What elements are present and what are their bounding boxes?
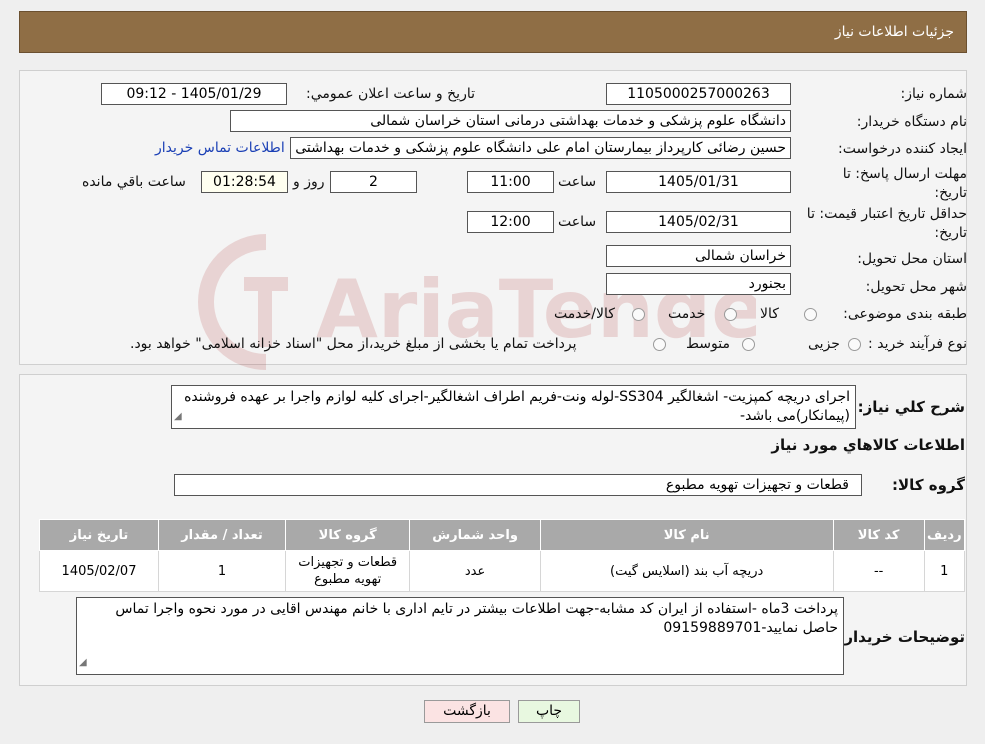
deadline-time-label: ساعت <box>558 174 597 190</box>
buyer-org-label: نام دستگاه خریدار: <box>856 114 967 130</box>
print-button[interactable]: چاپ <box>518 700 580 723</box>
buyer-org-field: دانشگاه علوم پزشکی و خدمات بهداشتی درمان… <box>230 110 791 132</box>
col-row: رديف <box>923 519 966 551</box>
validity-label: حداقل تاریخ اعتبار قیمت: تا <box>806 206 967 222</box>
creator-field: حسین رضائی کارپرداز بیمارستان امام علی د… <box>290 137 791 159</box>
resize-grip-icon: ◢ <box>174 411 182 422</box>
category-option-goods: کالا <box>760 306 779 322</box>
buyer-notes-text: پرداخت 3ماه -استفاده از ایران کد مشابه-ج… <box>115 601 838 636</box>
col-quantity: تعداد / مقدار <box>158 519 286 551</box>
process-option-minor: جزیی <box>808 336 840 352</box>
goods-table-header: رديف کد کالا نام کالا واحد شمارش گروه کا… <box>38 519 966 551</box>
city-field: بجنورد <box>606 273 791 295</box>
cell-code: -- <box>832 550 925 592</box>
days-label: روز و <box>293 174 325 190</box>
col-unit: واحد شمارش <box>409 519 541 551</box>
deadline-date-field: 1405/01/31 <box>606 171 791 193</box>
validity-time-field: 12:00 <box>467 211 554 233</box>
goods-group-value: قطعات و تجهیزات تهویه مطبوع <box>665 477 849 493</box>
deadline-label-date: تاریخ: <box>934 185 967 201</box>
description-text: اجرای دریچه کمپزیت- اشغالگیر SS304-لوله … <box>184 389 850 424</box>
province-field: خراسان شمالی <box>606 245 791 267</box>
category-radio-service[interactable] <box>724 308 737 321</box>
need-number-field: 1105000257000263 <box>606 83 791 105</box>
cell-row: 1 <box>923 550 966 592</box>
category-radio-goods-service[interactable] <box>632 308 645 321</box>
col-code: کد کالا <box>832 519 925 551</box>
description-label: شرح کلي نياز: <box>857 398 965 416</box>
process-note: پرداخت تمام یا بخشی از مبلغ خرید،از محل … <box>130 336 577 352</box>
city-label: شهر محل تحویل: <box>865 279 967 295</box>
announce-label: تاریخ و ساعت اعلان عمومي: <box>306 86 475 102</box>
page-title: جزئیات اطلاعات نیاز <box>834 24 954 40</box>
need-number-label: شماره نیاز: <box>900 86 968 102</box>
remaining-time-label: ساعت باقي مانده <box>82 174 186 190</box>
treasury-checkbox[interactable] <box>653 338 666 351</box>
cell-unit: عدد <box>409 550 541 592</box>
resize-grip-icon: ◢ <box>79 657 87 668</box>
cell-quantity: 1 <box>158 550 286 592</box>
goods-group-label: گروه کالا: <box>892 476 965 494</box>
province-label: استان محل تحویل: <box>857 251 967 267</box>
goods-section-title: اطلاعات کالاهاي مورد نياز <box>771 436 965 454</box>
buyer-contact-link[interactable]: اطلاعات تماس خریدار <box>155 140 285 156</box>
days-remaining-field: 2 <box>330 171 417 193</box>
announce-field: 1405/01/29 - 09:12 <box>101 83 287 105</box>
validity-label-date: تاریخ: <box>934 225 967 241</box>
cell-name: دریچه آب بند (اسلایس گیت) <box>539 550 834 592</box>
process-label: نوع فرآیند خرید : <box>868 336 967 352</box>
validity-time-label: ساعت <box>558 214 597 230</box>
buyer-notes-label: توضیحات خریدار: <box>838 628 965 646</box>
description-textarea[interactable]: اجرای دریچه کمپزیت- اشغالگیر SS304-لوله … <box>171 385 856 429</box>
goods-group-field: قطعات و تجهیزات تهویه مطبوع <box>174 474 862 496</box>
col-need-date: تاریخ نیاز <box>38 519 160 551</box>
cell-need-date: 1405/02/07 <box>38 550 160 592</box>
goods-table: رديف کد کالا نام کالا واحد شمارش گروه کا… <box>38 519 966 592</box>
buyer-notes-textarea[interactable]: پرداخت 3ماه -استفاده از ایران کد مشابه-ج… <box>76 597 844 675</box>
process-option-medium: متوسط <box>686 336 730 352</box>
deadline-label: مهلت ارسال پاسخ: تا <box>842 166 967 182</box>
process-radio-minor[interactable] <box>848 338 861 351</box>
col-name: نام کالا <box>539 519 834 551</box>
validity-date-field: 1405/02/31 <box>606 211 791 233</box>
deadline-time-field: 11:00 <box>467 171 554 193</box>
remaining-time-field: 01:28:54 <box>201 171 288 193</box>
col-group: گروه کالا <box>284 519 411 551</box>
process-radio-medium[interactable] <box>742 338 755 351</box>
category-radio-goods[interactable] <box>804 308 817 321</box>
table-row: 1 -- دریچه آب بند (اسلایس گیت) عدد قطعات… <box>38 550 966 592</box>
page-header: جزئیات اطلاعات نیاز <box>19 11 967 53</box>
category-option-service: خدمت <box>668 306 706 322</box>
category-option-goods-service: کالا/خدمت <box>554 306 615 322</box>
back-button[interactable]: بازگشت <box>424 700 510 723</box>
cell-group: قطعات و تجهیزات تهویه مطبوع <box>284 550 411 592</box>
creator-label: ایجاد کننده درخواست: <box>838 141 967 157</box>
category-label: طبقه بندی موضوعی: <box>843 306 967 322</box>
